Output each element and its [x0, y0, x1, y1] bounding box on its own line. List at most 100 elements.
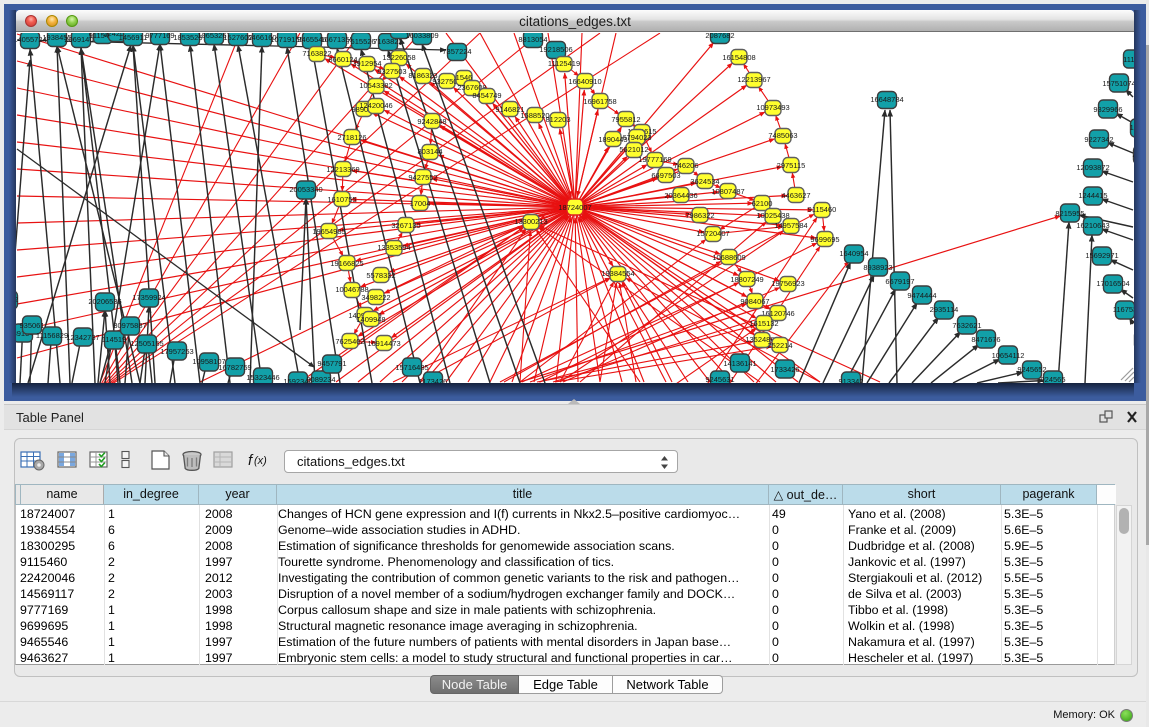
svg-text:7955812: 7955812 — [611, 115, 640, 124]
svg-text:16640910: 16640910 — [568, 77, 601, 86]
svg-text:7625402: 7625402 — [335, 337, 364, 346]
svg-text:8471676: 8471676 — [971, 335, 1000, 344]
svg-text:13300213: 13300213 — [514, 217, 547, 226]
svg-text:13353594: 13353594 — [377, 243, 410, 252]
svg-text:15692971: 15692971 — [1085, 251, 1118, 260]
svg-text:6697503: 6697503 — [651, 171, 680, 180]
svg-text:8938923: 8938923 — [863, 263, 892, 272]
svg-text:9777169: 9777169 — [145, 33, 174, 40]
svg-text:7163822: 7163822 — [302, 49, 331, 58]
svg-text:803144: 803144 — [417, 147, 442, 156]
svg-text:6679197: 6679197 — [885, 277, 914, 286]
svg-text:10688609: 10688609 — [712, 253, 745, 262]
svg-text:19654985: 19654985 — [312, 227, 345, 236]
svg-text:19218506: 19218506 — [539, 45, 572, 54]
svg-text:1640954: 1640954 — [839, 249, 868, 258]
svg-text:16914473: 16914473 — [367, 339, 400, 348]
svg-text:8454749: 8454749 — [472, 91, 501, 100]
svg-text:7986322: 7986322 — [685, 211, 714, 220]
svg-text:7485063: 7485063 — [768, 131, 797, 140]
svg-text:17004: 17004 — [410, 199, 431, 208]
svg-text:9699695: 9699695 — [810, 235, 839, 244]
svg-text:20364436: 20364436 — [664, 191, 697, 200]
svg-text:18807249: 18807249 — [730, 275, 763, 284]
svg-text:3267130: 3267130 — [391, 221, 420, 230]
svg-text:2935114: 2935114 — [930, 305, 959, 314]
svg-text:1610755: 1610755 — [327, 195, 356, 204]
svg-text:252214: 252214 — [767, 341, 792, 350]
svg-text:4463627: 4463627 — [781, 191, 810, 200]
svg-text:17957253: 17957253 — [160, 347, 193, 356]
svg-text:8813054: 8813054 — [518, 35, 547, 44]
svg-text:12213369: 12213369 — [326, 165, 359, 174]
svg-text:75402: 75402 — [16, 295, 18, 304]
svg-text:16033809: 16033809 — [405, 33, 438, 40]
svg-text:116753: 116753 — [1113, 305, 1134, 314]
svg-text:20053340: 20053340 — [289, 185, 322, 194]
svg-text:5578332: 5578332 — [366, 271, 395, 280]
svg-text:9245652: 9245652 — [1017, 365, 1046, 374]
svg-text:16154808: 16154808 — [722, 53, 755, 62]
svg-text:9089234: 9089234 — [306, 375, 335, 383]
svg-text:16210643: 16210643 — [1076, 221, 1109, 230]
svg-text:15751074: 15751074 — [1102, 79, 1134, 88]
svg-text:1173426: 1173426 — [419, 377, 448, 383]
svg-text:9115460: 9115460 — [808, 205, 837, 214]
svg-text:9327503: 9327503 — [377, 67, 406, 76]
svg-text:14136141: 14136141 — [723, 359, 756, 368]
svg-text:10807487: 10807487 — [711, 187, 744, 196]
svg-text:9329966: 9329966 — [1093, 105, 1122, 114]
svg-text:(x): (x) — [254, 455, 267, 467]
svg-text:15323446: 15323446 — [246, 373, 279, 382]
svg-text:30975887: 30975887 — [113, 321, 146, 330]
svg-text:19756923: 19756923 — [771, 279, 804, 288]
svg-text:44151: 44151 — [1133, 151, 1134, 160]
svg-text:11125419: 11125419 — [548, 59, 580, 68]
svg-text:1409948: 1409948 — [356, 315, 385, 324]
svg-text:7632621: 7632621 — [952, 321, 981, 330]
svg-text:9474444: 9474444 — [907, 291, 936, 300]
svg-text:9427552: 9427552 — [408, 173, 437, 182]
svg-text:15720407: 15720407 — [696, 229, 729, 238]
svg-text:924565: 924565 — [1040, 375, 1065, 383]
svg-text:18724007: 18724007 — [558, 203, 591, 212]
svg-text:3498222: 3498222 — [361, 293, 390, 302]
svg-text:12420046: 12420046 — [359, 101, 392, 110]
svg-text:9245631: 9245631 — [705, 375, 734, 383]
svg-text:19166825: 19166825 — [330, 259, 363, 268]
svg-text:6794023: 6794023 — [622, 133, 651, 142]
svg-text:913342: 913342 — [838, 377, 863, 383]
svg-text:1615132: 1615132 — [749, 319, 778, 328]
svg-text:7357224: 7357224 — [442, 47, 471, 56]
svg-text:11125: 11125 — [1123, 55, 1134, 64]
svg-text:2975115: 2975115 — [777, 161, 806, 170]
svg-text:1244415: 1244415 — [1078, 191, 1107, 200]
svg-text:10543382: 10543382 — [359, 81, 392, 90]
svg-text:12342737: 12342737 — [66, 333, 99, 342]
svg-text:19384554: 19384554 — [601, 269, 634, 278]
svg-text:19777169: 19777169 — [638, 155, 671, 164]
svg-text:16782759: 16782759 — [218, 363, 251, 372]
svg-text:2718126: 2718126 — [337, 133, 366, 142]
svg-text:17016504: 17016504 — [1096, 279, 1129, 288]
svg-text:16961758: 16961758 — [583, 97, 616, 106]
svg-text:3624534: 3624534 — [690, 177, 719, 186]
svg-text:62100: 62100 — [752, 199, 773, 208]
svg-text:13226058: 13226058 — [382, 53, 415, 62]
svg-text:114519: 114519 — [102, 335, 126, 344]
svg-text:1733426: 1733426 — [770, 365, 799, 374]
svg-text:7515526: 7515526 — [346, 37, 375, 46]
svg-text:812203: 812203 — [545, 115, 570, 124]
svg-text:16648784: 16648784 — [870, 95, 903, 104]
svg-text:20206536: 20206536 — [88, 297, 121, 306]
svg-text:746206: 746206 — [673, 161, 698, 170]
svg-text:10654112: 10654112 — [992, 351, 1025, 360]
svg-text:12274: 12274 — [1130, 123, 1134, 132]
svg-text:12213967: 12213967 — [737, 75, 770, 84]
svg-text:15716485: 15716485 — [395, 363, 428, 372]
svg-text:11156829: 11156829 — [36, 331, 68, 340]
svg-text:14957584: 14957584 — [774, 221, 807, 230]
svg-text:8215955: 8215955 — [1055, 209, 1084, 218]
svg-text:9227342: 9227342 — [1084, 135, 1113, 144]
svg-text:10973493: 10973493 — [756, 103, 789, 112]
